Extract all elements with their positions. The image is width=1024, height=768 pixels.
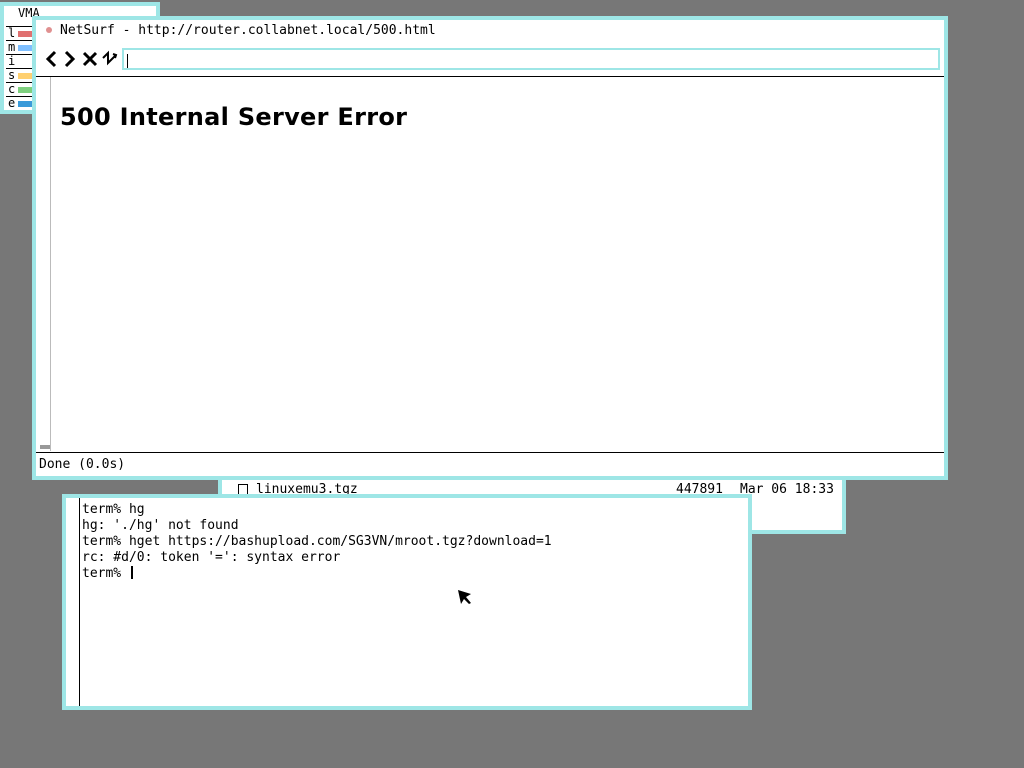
page-content[interactable]: 500 Internal Server Error (36, 77, 944, 451)
netsurf-toolbar (36, 44, 944, 77)
terminal-output[interactable]: term% hg hg: './hg' not found term% hget… (82, 502, 552, 582)
status-bar: Done (0.0s) (36, 452, 944, 477)
text-cursor (130, 566, 133, 579)
vertical-scrollbar[interactable] (38, 77, 51, 451)
chevron-right-icon (64, 50, 76, 68)
vmap-row-letter: i (8, 54, 16, 68)
page-heading: 500 Internal Server Error (60, 103, 408, 131)
terminal-line: hg: './hg' not found (82, 518, 239, 533)
url-input[interactable] (122, 48, 940, 70)
close-icon (82, 51, 98, 67)
window-title: NetSurf - http://router.collabnet.local/… (60, 23, 436, 38)
netsurf-titlebar[interactable]: NetSurf - http://router.collabnet.local/… (36, 20, 944, 44)
status-text: Done (0.0s) (39, 457, 126, 472)
netsurf-logo-icon (46, 27, 52, 33)
scrollbar-thumb[interactable] (40, 445, 50, 449)
stop-button[interactable] (81, 48, 99, 70)
terminal-line: rc: #d/0: token '=': syntax error (82, 550, 341, 565)
text-cursor (127, 54, 128, 68)
terminal-scrollbar[interactable] (66, 498, 80, 706)
vmap-row-letter: m (8, 40, 16, 54)
file-date: Mar 06 18:33 (740, 482, 834, 497)
terminal-line: term% hget https://bashupload.com/SG3VN/… (82, 534, 552, 549)
forward-button[interactable] (61, 48, 79, 70)
reload-icon (102, 50, 118, 66)
back-button[interactable] (42, 48, 60, 70)
terminal-prompt-line[interactable]: term% (82, 566, 552, 582)
terminal-window[interactable]: term% hg hg: './hg' not found term% hget… (62, 494, 752, 710)
vmap-row-letter: c (8, 82, 16, 96)
reload-button[interactable] (101, 48, 119, 70)
netsurf-window[interactable]: NetSurf - http://router.collabnet.local/… (32, 16, 948, 480)
vmap-row-letter: l (8, 26, 16, 40)
terminal-line: term% hg (82, 502, 145, 517)
vmap-row-letter: e (8, 96, 16, 110)
terminal-prompt: term% (82, 566, 129, 581)
vmap-row-letter: s (8, 68, 16, 82)
chevron-left-icon (45, 50, 57, 68)
mouse-pointer-icon (458, 590, 471, 604)
